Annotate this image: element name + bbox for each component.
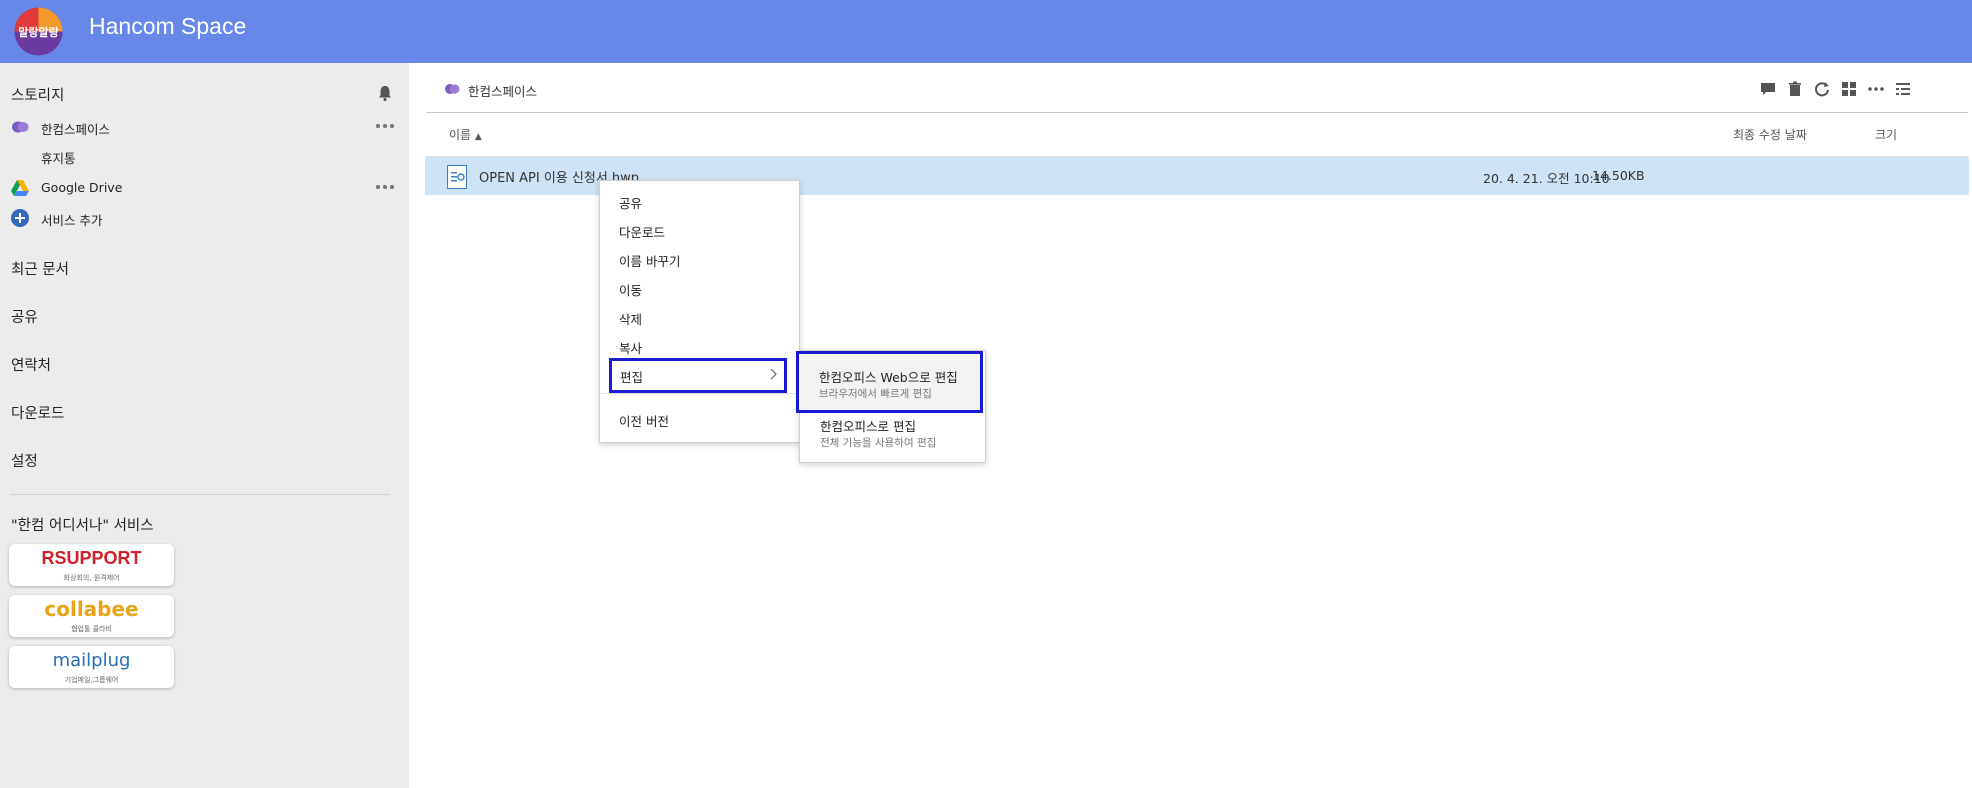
submenu-item-web-edit[interactable]: 한컴오피스 Web으로 편집 브라우저에서 빠르게 편집 [796,351,983,413]
app-edit-desc: 전체 기능을 사용하여 편집 [820,437,937,449]
column-header-name[interactable]: 이름 ▲ [449,126,482,143]
sidebar-item-trash[interactable]: 휴지통 [41,148,76,167]
breadcrumb[interactable]: 한컴스페이스 [468,81,537,100]
menu-item-edit[interactable]: 편집 [609,358,787,393]
trash-icon[interactable] [1786,80,1804,98]
partner-brand: RSUPPORT [41,548,142,568]
menu-item-copy[interactable]: 복사 [619,338,642,357]
sidebar-item-add-service[interactable]: 서비스 추가 [41,210,102,229]
app-title: Hancom Space [89,13,247,39]
chevron-right-icon [770,368,777,380]
file-modified: 20. 4. 21. 오전 10:10 [1483,171,1610,186]
refresh-icon[interactable] [1813,80,1831,98]
menu-item-delete[interactable]: 삭제 [619,309,642,328]
sidebar-divider [10,494,390,495]
logo-text: 말랑말랑 [18,26,58,39]
app-header: 말랑말랑 Hancom Space [0,0,1972,63]
context-menu: 공유 다운로드 이름 바꾸기 이동 삭제 복사 편집 이전 버전 [599,180,800,443]
nav-shared[interactable]: 공유 [11,306,38,327]
sidebar-item-google-drive[interactable]: Google Drive [41,180,122,195]
partner-tag: 기업메일,그룹웨어 [64,676,119,684]
menu-divider [600,393,799,394]
web-edit-title: 한컴오피스 Web으로 편집 [819,370,958,385]
menu-item-download[interactable]: 다운로드 [619,222,665,241]
sort-asc-icon: ▲ [474,132,482,142]
grid-view-icon[interactable] [1840,80,1858,98]
app-edit-title: 한컴오피스로 편집 [820,419,916,434]
sidebar-item-hancomspace[interactable]: 한컴스페이스 [41,119,110,138]
list-view-icon[interactable] [1894,80,1912,98]
more-icon[interactable] [1867,80,1885,98]
partner-tag: 화상회의, 원격제어 [63,574,120,582]
partner-brand: collabee [44,597,139,621]
toolbar-divider [426,112,1968,113]
menu-item-prev-version[interactable]: 이전 버전 [619,411,669,430]
storage-title: 스토리지 [11,88,65,104]
comment-icon[interactable] [1759,80,1777,98]
column-header-modified[interactable]: 최종 수정 날짜 [1733,126,1807,143]
hwp-file-icon [447,165,467,189]
cloud-icon [12,121,29,133]
nav-settings[interactable]: 설정 [11,450,38,471]
google-drive-icon [11,180,29,196]
column-header-size[interactable]: 크기 [1875,126,1897,143]
column-name-label: 이름 [449,128,472,142]
menu-item-share[interactable]: 공유 [619,193,642,212]
bell-icon[interactable] [376,84,394,102]
partner-brand: mailplug [52,650,131,671]
partner-rsupport[interactable]: RSUPPORT 화상회의, 원격제어 [9,544,174,586]
nav-recent-docs[interactable]: 최근 문서 [11,258,69,279]
nav-contacts[interactable]: 연락처 [11,354,51,375]
add-service-icon [11,209,29,227]
more-icon[interactable] [376,123,394,129]
partner-mailplug[interactable]: mailplug 기업메일,그룹웨어 [9,646,174,688]
services-title: "한컴 어디서나" 서비스 [11,518,154,534]
nav-downloads[interactable]: 다운로드 [11,402,64,423]
web-edit-desc: 브라우저에서 빠르게 편집 [819,388,932,400]
sidebar: 스토리지 한컴스페이스 휴지통 Google Drive 서비스 추가 최근 문… [0,63,409,788]
app-logo-icon[interactable]: 말랑말랑 [14,7,63,56]
partner-collabee[interactable]: collabee 협업툴 콜라비 [9,595,174,637]
file-size: 14.50KB [1592,168,1645,183]
partner-tag: 협업툴 콜라비 [71,625,112,633]
cloud-icon [445,84,460,94]
menu-item-edit-label: 편집 [620,370,644,385]
menu-item-rename[interactable]: 이름 바꾸기 [619,251,680,270]
menu-item-move[interactable]: 이동 [619,280,642,299]
more-icon[interactable] [376,184,394,190]
edit-submenu: 한컴오피스 Web으로 편집 브라우저에서 빠르게 편집 한컴오피스로 편집 전… [796,350,986,463]
